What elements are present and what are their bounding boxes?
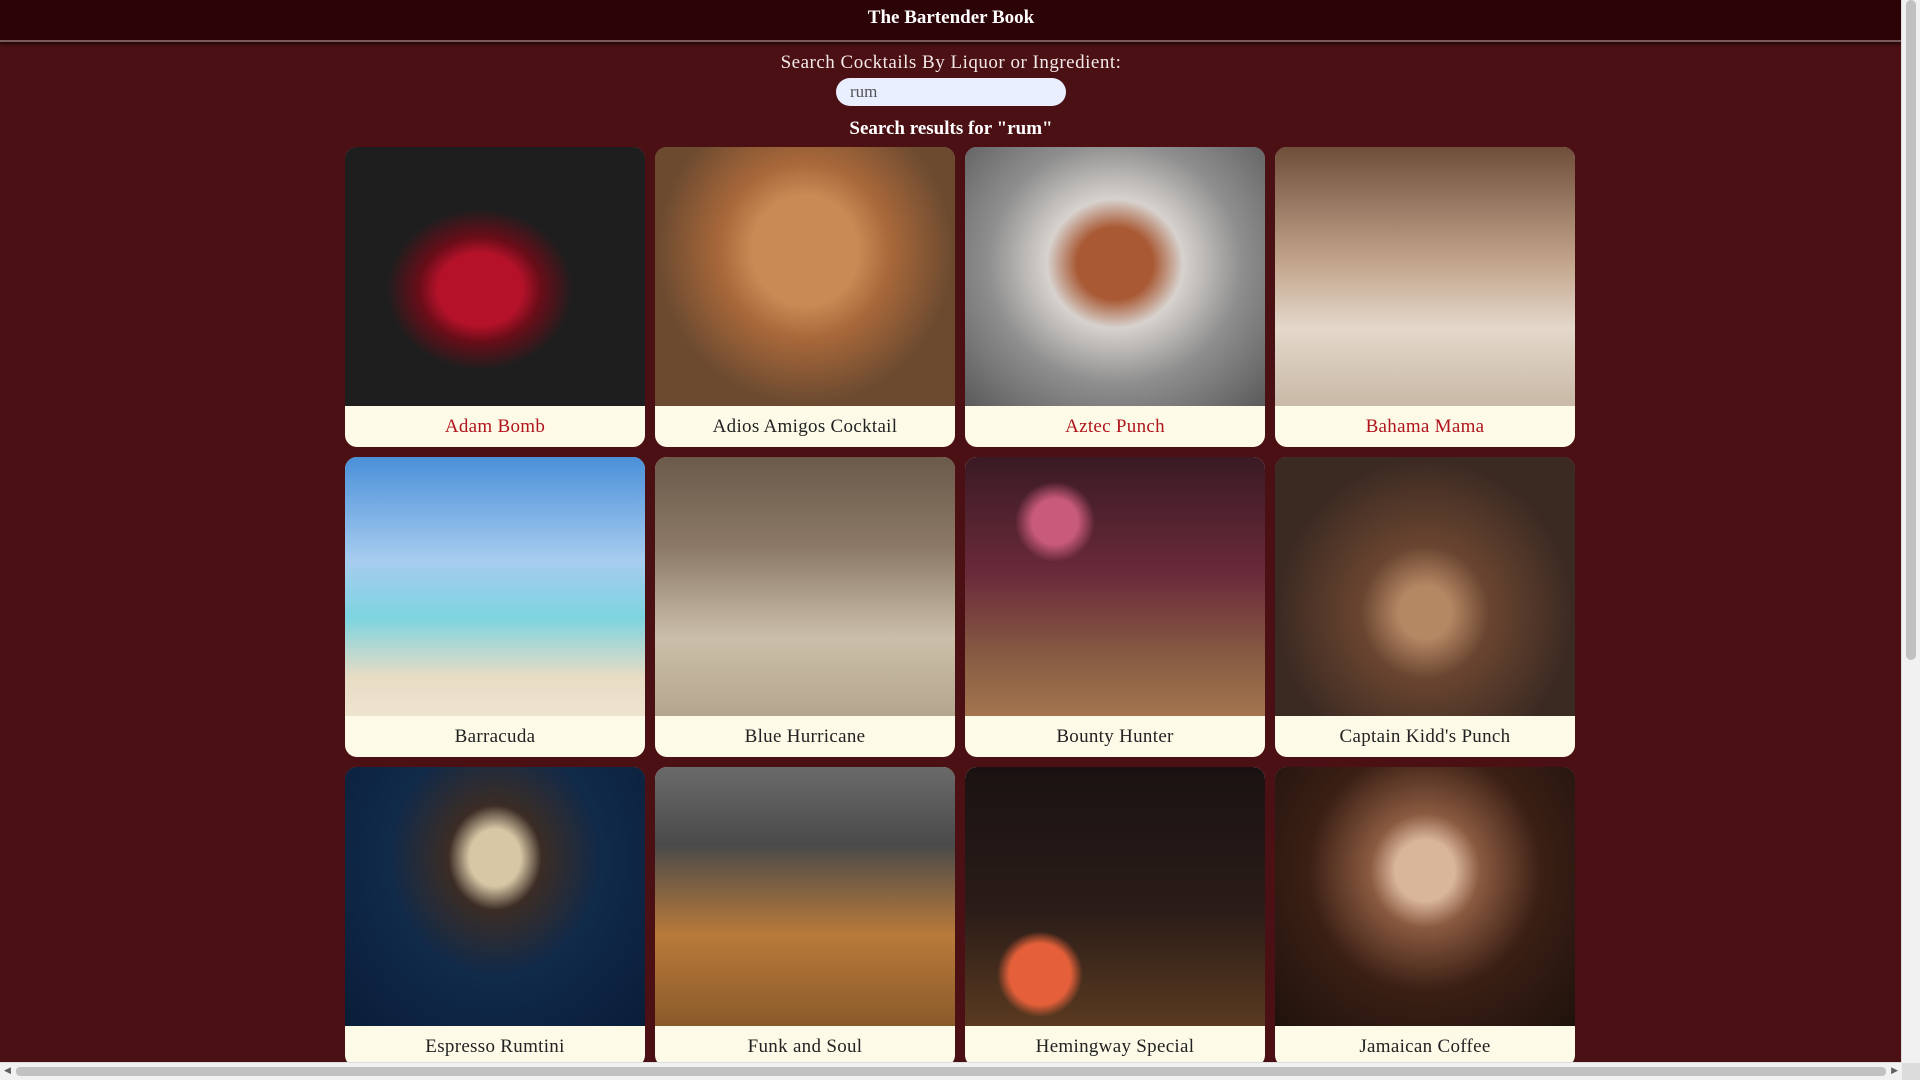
cocktail-image[interactable] [655,457,955,716]
cocktail-title[interactable]: Hemingway Special [965,1026,1265,1063]
cocktail-image[interactable] [1275,767,1575,1026]
cocktail-title[interactable]: Funk and Soul [655,1026,955,1063]
cocktail-image[interactable] [655,147,955,406]
results-heading: Search results for "rum" [849,118,1053,139]
cocktail-image[interactable] [345,767,645,1026]
cocktail-card-jamaican-coffee[interactable]: Jamaican Coffee [1275,767,1575,1063]
scroll-right-arrow-icon[interactable]: ▶ [1891,1066,1898,1076]
cocktail-image[interactable] [965,767,1265,1026]
app-header: The Bartender Book [0,0,1902,42]
horizontal-scrollbar[interactable]: ◀ ▶ [0,1062,1902,1080]
cocktail-title[interactable]: Bounty Hunter [965,716,1265,757]
cocktail-title[interactable]: Barracuda [345,716,645,757]
results-grid: Adam Bomb Adios Amigos Cocktail Aztec Pu… [345,147,1575,1063]
cocktail-title[interactable]: Aztec Punch [965,406,1265,447]
cocktail-card-adios-amigos-cocktail[interactable]: Adios Amigos Cocktail [655,147,955,447]
scroll-left-arrow-icon[interactable]: ◀ [4,1066,11,1076]
cocktail-title[interactable]: Captain Kidd's Punch [1275,716,1575,757]
cocktail-card-hemingway-special[interactable]: Hemingway Special [965,767,1265,1063]
search-label: Search Cocktails By Liquor or Ingredient… [780,52,1122,73]
cocktail-image[interactable] [1275,147,1575,406]
scrollbar-corner [1902,1063,1920,1080]
cocktail-card-funk-and-soul[interactable]: Funk and Soul [655,767,955,1063]
cocktail-card-captain-kidds-punch[interactable]: Captain Kidd's Punch [1275,457,1575,757]
cocktail-image[interactable] [345,147,645,406]
cocktail-card-bahama-mama[interactable]: Bahama Mama [1275,147,1575,447]
cocktail-title[interactable]: Adam Bomb [345,406,645,447]
cocktail-image[interactable] [1275,457,1575,716]
cocktail-image[interactable] [965,147,1265,406]
cocktail-title[interactable]: Jamaican Coffee [1275,1026,1575,1063]
cocktail-card-aztec-punch[interactable]: Aztec Punch [965,147,1265,447]
cocktail-card-barracuda[interactable]: Barracuda [345,457,645,757]
cocktail-card-adam-bomb[interactable]: Adam Bomb [345,147,645,447]
cocktail-image[interactable] [965,457,1265,716]
app-title: The Bartender Book [867,7,1035,28]
search-input[interactable] [836,78,1066,106]
cocktail-title[interactable]: Bahama Mama [1275,406,1575,447]
cocktail-title[interactable]: Espresso Rumtini [345,1026,645,1063]
cocktail-card-blue-hurricane[interactable]: Blue Hurricane [655,457,955,757]
vertical-scrollbar-thumb[interactable] [1906,0,1916,660]
cocktail-image[interactable] [345,457,645,716]
search-section: Search Cocktails By Liquor or Ingredient… [0,52,1902,106]
cocktail-title[interactable]: Adios Amigos Cocktail [655,406,955,447]
cocktail-title[interactable]: Blue Hurricane [655,716,955,757]
cocktail-card-bounty-hunter[interactable]: Bounty Hunter [965,457,1265,757]
vertical-scrollbar[interactable] [1901,0,1920,1063]
horizontal-scrollbar-thumb[interactable] [16,1067,1886,1076]
cocktail-card-espresso-rumtini[interactable]: Espresso Rumtini [345,767,645,1063]
cocktail-image[interactable] [655,767,955,1026]
page: The Bartender Book Search Cocktails By L… [0,0,1902,1063]
